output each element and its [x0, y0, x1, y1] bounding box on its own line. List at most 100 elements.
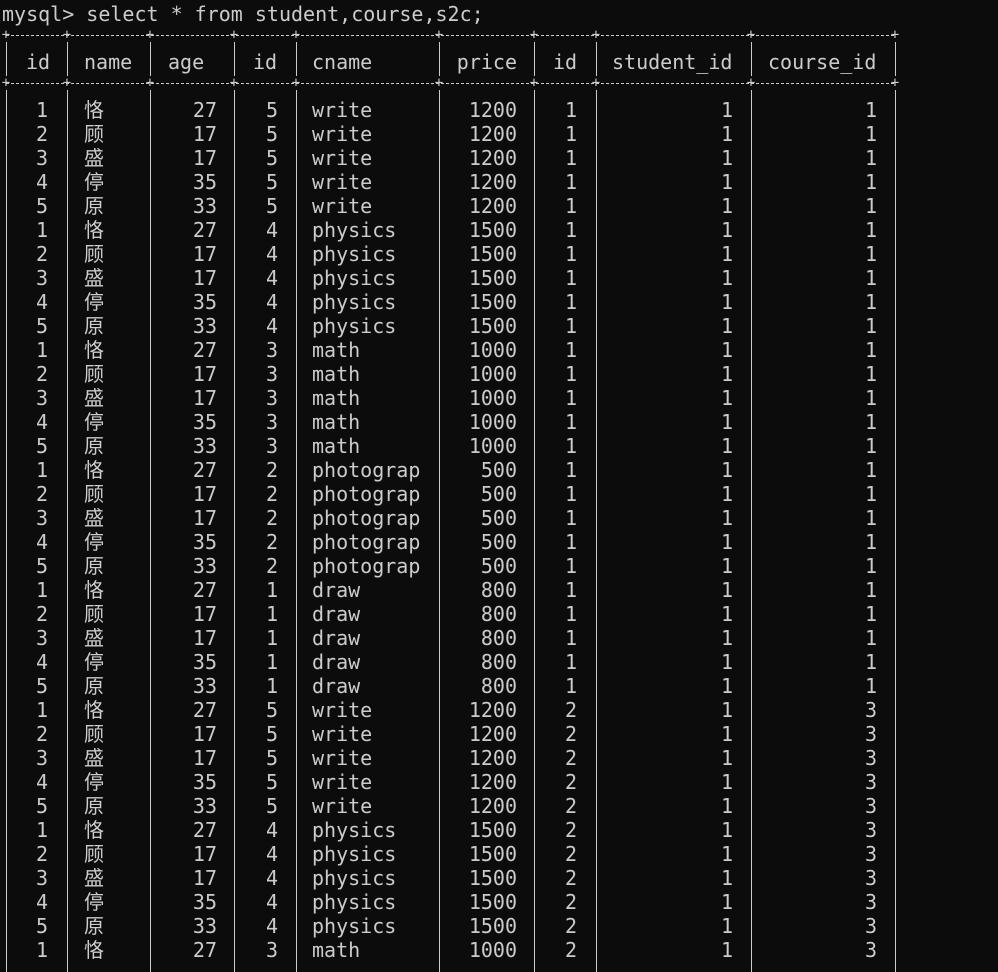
cell-col-name: 顾 [84, 242, 104, 266]
border-corner: + [434, 75, 444, 91]
table-row: 4 停 35 4 physics 1500 1 1 1 [0, 290, 900, 314]
cell-col-id: 2 [35, 362, 48, 386]
cell-col-price: 1000 [468, 410, 517, 434]
column-separator [596, 90, 597, 972]
cell-col-course-id-fk: 3 [864, 746, 877, 770]
cell-col-cname: physics [312, 266, 397, 290]
cell-col-age: 27 [192, 578, 217, 602]
table-row: 5 原 33 2 photograp 500 1 1 1 [0, 554, 900, 578]
cell-col-name: 顾 [84, 362, 104, 386]
cell-col-s2c-id: 1 [564, 554, 577, 578]
cell-col-course-id-fk: 1 [864, 194, 877, 218]
cell-col-course-id-fk: 3 [864, 866, 877, 890]
cell-col-cname: photograp [312, 530, 421, 554]
border-corner: + [529, 27, 539, 43]
cell-col-age: 17 [192, 746, 217, 770]
cell-col-id: 4 [35, 890, 48, 914]
cell-col-id: 4 [35, 770, 48, 794]
cell-col-course-id: 3 [265, 410, 278, 434]
cell-col-cname: write [312, 698, 373, 722]
cell-col-course-id-fk: 1 [864, 218, 877, 242]
cell-col-course-id: 4 [265, 266, 278, 290]
table-row: 4 停 35 3 math 1000 1 1 1 [0, 410, 900, 434]
cell-col-course-id: 5 [265, 98, 278, 122]
cell-col-s2c-id: 2 [564, 938, 577, 962]
cell-col-course-id: 4 [265, 314, 278, 338]
cell-col-age: 17 [192, 386, 217, 410]
cell-col-age: 17 [192, 626, 217, 650]
cell-col-cname: photograp [312, 506, 421, 530]
border-dashes [6, 35, 894, 36]
cell-col-course-id: 3 [265, 362, 278, 386]
cell-col-course-id: 1 [265, 650, 278, 674]
cell-col-id: 4 [35, 530, 48, 554]
cell-col-course-id: 5 [265, 722, 278, 746]
cell-col-s2c-id: 2 [564, 722, 577, 746]
cell-col-price: 1200 [468, 170, 517, 194]
header-col-course-id-fk: course_id [768, 50, 877, 74]
cell-col-cname: math [312, 386, 361, 410]
cell-col-student-id: 1 [720, 410, 733, 434]
cell-col-s2c-id: 2 [564, 770, 577, 794]
cell-col-id: 1 [35, 98, 48, 122]
cell-col-student-id: 1 [720, 98, 733, 122]
cell-col-course-id-fk: 3 [864, 698, 877, 722]
cell-col-course-id-fk: 1 [864, 554, 877, 578]
header-col-age: age [168, 50, 205, 74]
cell-col-id: 3 [35, 386, 48, 410]
cell-col-id: 2 [35, 482, 48, 506]
table-row: 1 恪 27 5 write 1200 2 1 3 [0, 698, 900, 722]
border-corner: + [229, 75, 239, 91]
cell-col-price: 1200 [468, 98, 517, 122]
cell-col-name: 顾 [84, 602, 104, 626]
table-row: 1 恪 27 4 physics 1500 1 1 1 [0, 218, 900, 242]
cell-col-cname: photograp [312, 482, 421, 506]
cell-col-age: 35 [192, 890, 217, 914]
cell-col-age: 27 [192, 98, 217, 122]
cell-col-student-id: 1 [720, 314, 733, 338]
cell-col-s2c-id: 1 [564, 194, 577, 218]
cell-col-cname: write [312, 746, 373, 770]
cell-col-name: 原 [84, 434, 104, 458]
cell-col-id: 4 [35, 650, 48, 674]
table-header-row: id name age id cname price id student_id course_… [0, 48, 900, 76]
cell-col-cname: write [312, 770, 373, 794]
cell-col-price: 800 [480, 626, 517, 650]
cell-col-id: 3 [35, 266, 48, 290]
header-col-course-id: id [253, 50, 278, 74]
cell-col-course-id: 3 [265, 386, 278, 410]
cell-col-student-id: 1 [720, 170, 733, 194]
cell-col-id: 1 [35, 218, 48, 242]
cell-col-name: 恪 [84, 218, 104, 242]
cell-col-age: 35 [192, 170, 217, 194]
header-col-id: id [26, 50, 51, 74]
cell-col-course-id-fk: 3 [864, 770, 877, 794]
table-row: 3 盛 17 5 write 1200 1 1 1 [0, 146, 900, 170]
cell-col-name: 停 [84, 770, 104, 794]
cell-col-student-id: 1 [720, 458, 733, 482]
cell-col-id: 2 [35, 842, 48, 866]
table-row: 4 停 35 1 draw 800 1 1 1 [0, 650, 900, 674]
cell-col-id: 1 [35, 338, 48, 362]
cell-col-course-id-fk: 1 [864, 410, 877, 434]
cell-col-name: 原 [84, 794, 104, 818]
cell-col-age: 27 [192, 338, 217, 362]
cell-col-age: 27 [192, 458, 217, 482]
cell-col-course-id-fk: 1 [864, 290, 877, 314]
cell-col-name: 盛 [84, 266, 104, 290]
cell-col-name: 顾 [84, 722, 104, 746]
column-separator [6, 42, 7, 76]
cell-col-id: 4 [35, 290, 48, 314]
column-separator [6, 90, 7, 972]
cell-col-course-id: 3 [265, 938, 278, 962]
table-row: 2 顾 17 5 write 1200 2 1 3 [0, 722, 900, 746]
cell-col-name: 原 [84, 914, 104, 938]
cell-col-age: 33 [192, 554, 217, 578]
cell-col-course-id: 1 [265, 626, 278, 650]
cell-col-price: 1200 [468, 794, 517, 818]
cell-col-age: 17 [192, 842, 217, 866]
terminal-window[interactable]: mysql> select * from student,course,s2c;… [0, 0, 998, 972]
cell-col-s2c-id: 1 [564, 674, 577, 698]
cell-col-course-id: 4 [265, 290, 278, 314]
cell-col-name: 停 [84, 410, 104, 434]
